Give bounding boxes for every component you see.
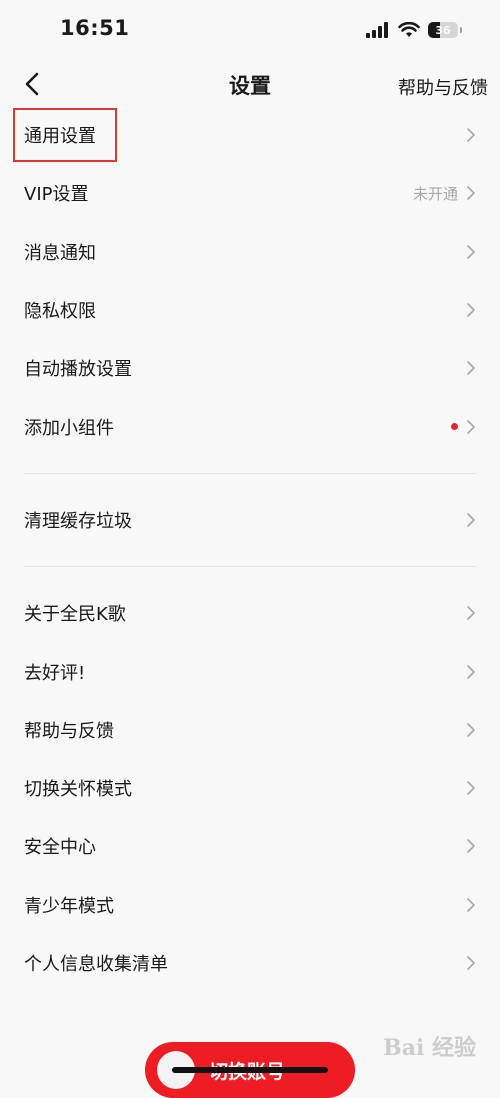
setting-row-care-mode[interactable]: 切换关怀模式 (0, 759, 500, 817)
section-divider (24, 472, 476, 474)
setting-row-autoplay[interactable]: 自动播放设置 (0, 339, 500, 397)
battery-level: 36 (435, 23, 451, 37)
highlight-box (13, 108, 117, 162)
status-bar: 16:51 36 (0, 0, 500, 60)
chevron-right-icon (467, 956, 475, 970)
chevron-right-icon (467, 723, 475, 737)
home-indicator[interactable] (172, 1067, 328, 1073)
setting-row-clear-cache[interactable]: 清理缓存垃圾 (0, 491, 500, 549)
chevron-right-icon (467, 303, 475, 317)
wifi-icon (398, 22, 420, 37)
chevron-right-icon (467, 186, 475, 201)
chevron-right-icon (467, 897, 475, 912)
watermark: Bai 经验 (383, 1035, 476, 1061)
setting-row-about[interactable]: 关于全民K歌 (0, 584, 500, 642)
chevron-right-icon (467, 128, 475, 142)
setting-row-privacy[interactable]: 隐私权限 (0, 281, 500, 339)
chevron-right-icon (467, 419, 475, 434)
setting-row-teen-mode[interactable]: 青少年模式 (0, 876, 500, 934)
status-icons: 36 (366, 19, 462, 41)
setting-row-general[interactable]: 通用设置 (0, 106, 500, 164)
row-label: 消息通知 (24, 242, 96, 264)
row-label: VIP设置 (24, 184, 89, 206)
chevron-right-icon (467, 606, 475, 621)
signal-icon (366, 22, 388, 38)
row-label: 切换关怀模式 (24, 779, 132, 801)
help-feedback-link[interactable]: 帮助与反馈 (398, 74, 488, 100)
settings-list: 通用设置 VIP设置 未开通 消息通知 隐私权限 自动播放设置 添加小组件 清理… (0, 106, 500, 992)
chevron-right-icon (467, 781, 475, 795)
chevron-right-icon (467, 664, 475, 679)
setting-row-personal-info[interactable]: 个人信息收集清单 (0, 934, 500, 992)
row-label: 安全中心 (24, 837, 96, 859)
setting-row-vip[interactable]: VIP设置 未开通 (0, 164, 500, 222)
section-divider (24, 566, 476, 568)
setting-row-security[interactable]: 安全中心 (0, 817, 500, 875)
row-label: 清理缓存垃圾 (24, 510, 132, 532)
setting-row-notifications[interactable]: 消息通知 (0, 223, 500, 281)
chevron-right-icon (467, 244, 475, 259)
chevron-right-icon (467, 361, 475, 376)
row-label: 帮助与反馈 (24, 720, 114, 742)
battery-tip (460, 27, 462, 33)
setting-row-rate[interactable]: 去好评! (0, 642, 500, 700)
row-label: 关于全民K歌 (24, 604, 126, 626)
row-label: 自动播放设置 (24, 359, 132, 381)
battery-icon: 36 (428, 22, 458, 38)
chevron-right-icon (467, 513, 475, 527)
row-label: 隐私权限 (24, 301, 96, 323)
vip-status: 未开通 (412, 184, 458, 203)
row-label: 个人信息收集清单 (24, 954, 168, 975)
status-time: 16:51 (60, 16, 130, 40)
row-label: 去好评! (24, 662, 86, 684)
setting-row-help[interactable]: 帮助与反馈 (0, 701, 500, 759)
chevron-right-icon (467, 839, 475, 854)
red-dot-badge (451, 423, 458, 431)
setting-row-widget[interactable]: 添加小组件 (0, 397, 500, 455)
row-label: 添加小组件 (24, 417, 114, 439)
row-label: 青少年模式 (24, 895, 114, 917)
nav-bar: 设置 帮助与反馈 (0, 62, 500, 106)
